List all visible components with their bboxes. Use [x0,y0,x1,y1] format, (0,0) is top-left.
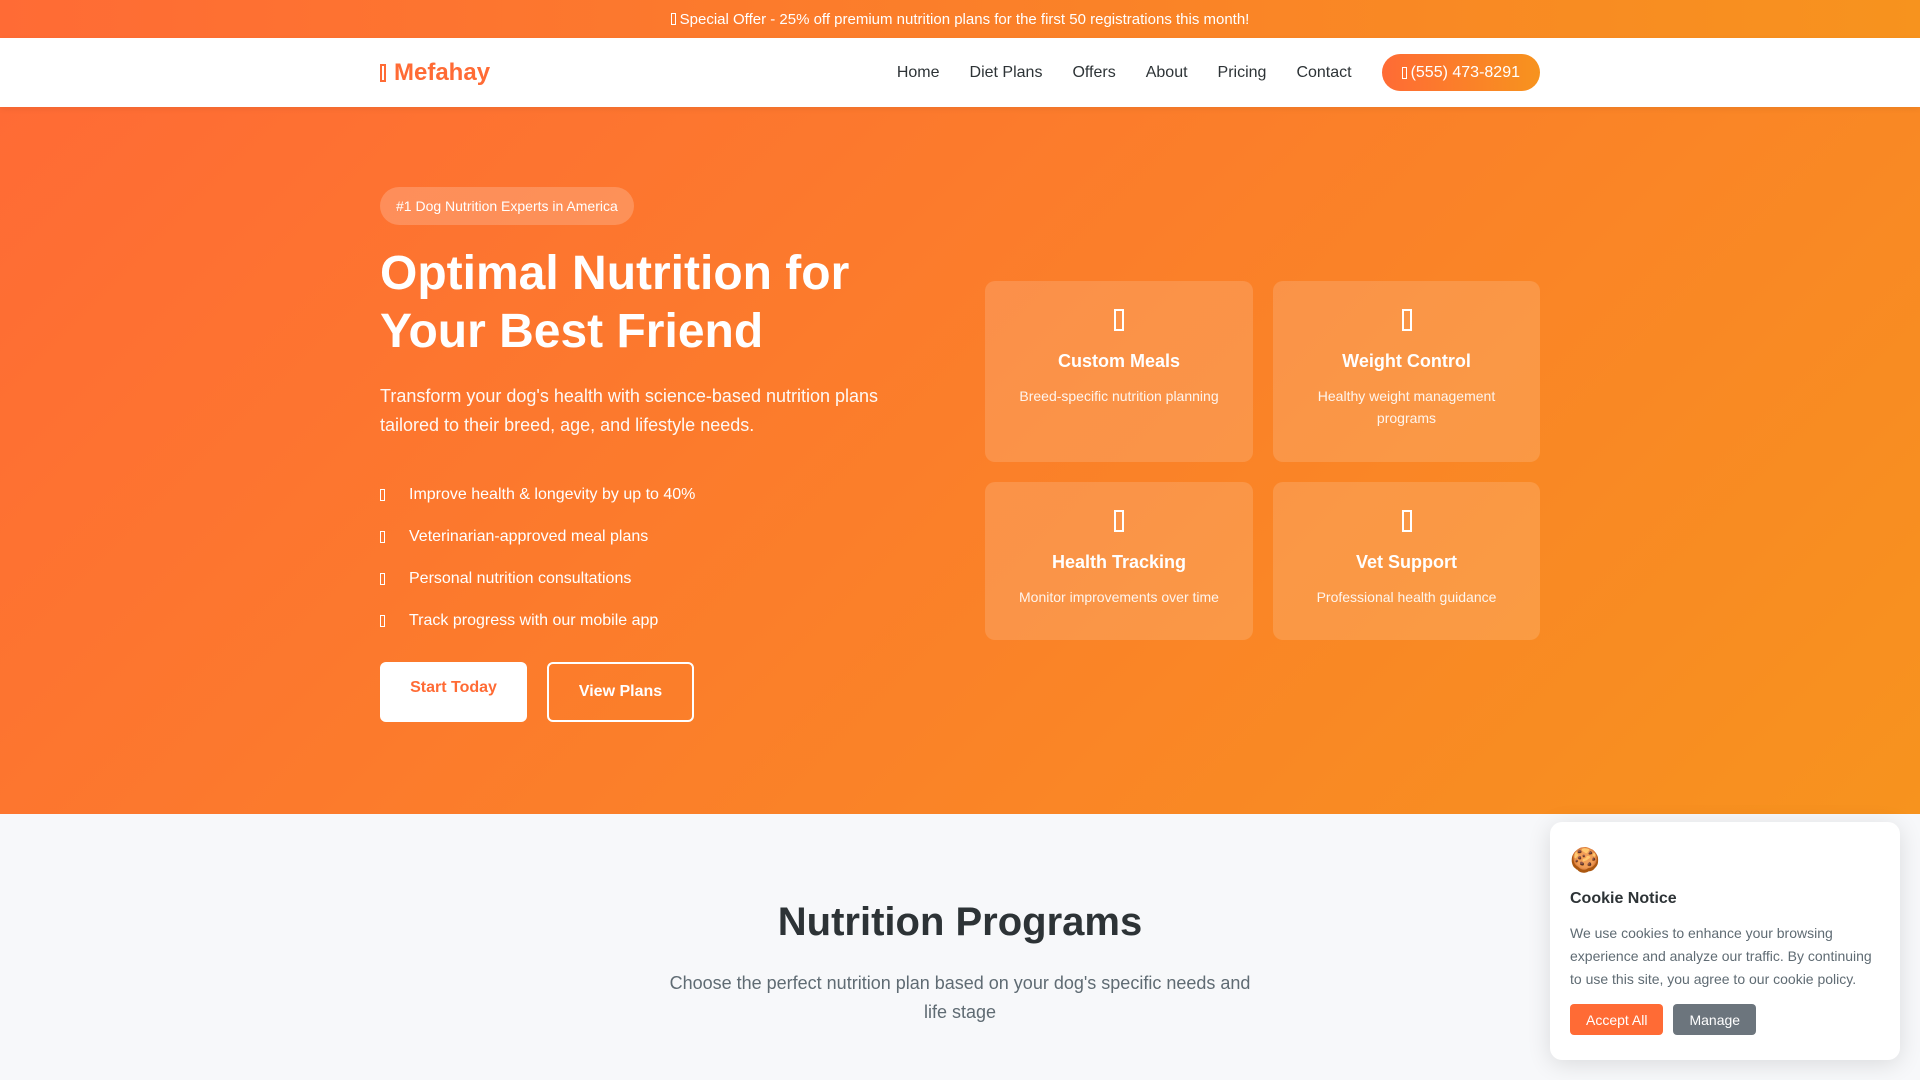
phone-button[interactable]: (555) 473-8291 [1381,54,1540,91]
meal-icon [1114,309,1124,331]
announcement-text: Special Offer - 25% off premium nutritio… [679,10,1250,28]
card-title: Health Tracking [1051,552,1187,572]
cookie-icon: 🍪 [1570,847,1600,874]
card-description: Breed-specific nutrition planning [1019,388,1219,404]
logo-text: Mefahay [394,58,491,86]
nav-link-pricing[interactable]: Pricing [1218,64,1267,82]
phone-label: (555) 473-8291 [1410,63,1520,81]
feature-text: Improve health & longevity by up to 40% [409,486,696,503]
check-icon [380,615,385,627]
weight-icon [1401,309,1412,331]
hero-section: #1 Dog Nutrition Experts in America Opti… [0,107,1920,814]
announcement-bar: Special Offer - 25% off premium nutritio… [0,0,1920,38]
start-today-button[interactable]: Start Today [380,662,527,722]
hero-badge: #1 Dog Nutrition Experts in America [380,187,634,225]
tag-icon [670,13,676,25]
manage-cookies-button[interactable]: Manage [1673,1004,1757,1035]
phone-icon [1401,66,1407,79]
nav-link-offers[interactable]: Offers [1072,64,1115,82]
card-title: Custom Meals [1057,351,1181,371]
main-nav: Home Diet Plans Offers About Pricing Con… [897,54,1540,91]
list-item: Improve health & longevity by up to 40% [380,474,920,516]
nav-link-about[interactable]: About [1146,64,1188,82]
hero-title: Optimal Nutrition for Your Best Friend [380,247,850,358]
heartbeat-icon [1114,510,1124,532]
view-plans-button[interactable]: View Plans [547,662,694,722]
accept-all-button[interactable]: Accept All [1570,1004,1664,1035]
feature-cards: Custom Meals Breed-specific nutrition pl… [985,281,1540,640]
card-description: Monitor improvements over time [1019,589,1219,605]
check-icon [380,573,385,585]
check-icon [380,531,385,543]
cookie-text: We use cookies to enhance your browsing … [1570,925,1872,987]
nav-link-diet-plans[interactable]: Diet Plans [970,64,1043,82]
nav-link-home[interactable]: Home [897,64,940,82]
feature-card-health-tracking: Health Tracking Monitor improvements ove… [985,482,1253,640]
feature-text: Personal nutrition consultations [409,570,632,587]
card-title: Vet Support [1355,552,1457,572]
section-subtitle: Choose the perfect nutrition plan based … [669,973,1251,1022]
hero-feature-list: Improve health & longevity by up to 40% … [380,474,920,642]
list-item: Veterinarian-approved meal plans [380,516,920,558]
feature-text: Track progress with our mobile app [409,612,659,629]
navbar: Mefahay Home Diet Plans Offers About Pri… [0,38,1920,107]
list-item: Track progress with our mobile app [380,600,920,642]
feature-card-custom-meals: Custom Meals Breed-specific nutrition pl… [985,281,1253,462]
check-icon [380,489,385,501]
cookie-title: Cookie Notice [1570,890,1677,907]
feature-card-vet-support: Vet Support Professional health guidance [1273,482,1540,640]
list-item: Personal nutrition consultations [380,558,920,600]
feature-card-weight-control: Weight Control Healthy weight management… [1273,281,1540,462]
card-description: Professional health guidance [1316,589,1497,605]
site-logo[interactable]: Mefahay [380,59,490,87]
hero-subtitle: Transform your dog's health with science… [380,386,879,435]
cookie-banner: 🍪 Cookie Notice We use cookies to enhanc… [1550,822,1900,1060]
nav-link-contact[interactable]: Contact [1296,64,1351,82]
feature-text: Veterinarian-approved meal plans [409,528,649,545]
card-title: Weight Control [1342,351,1471,371]
card-description: Healthy weight management programs [1317,388,1496,426]
paw-icon [380,63,386,82]
vet-icon [1401,510,1412,532]
